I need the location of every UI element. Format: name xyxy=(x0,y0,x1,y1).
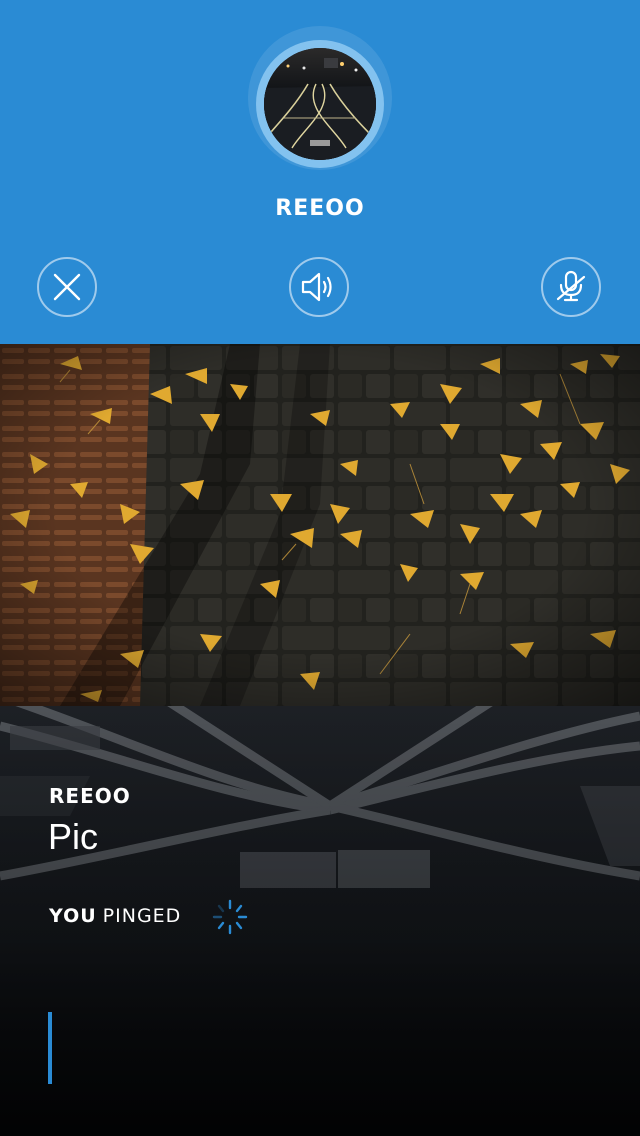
text-cursor[interactable] xyxy=(48,1012,52,1084)
speaker-icon xyxy=(301,272,332,302)
sender-name: REEOO xyxy=(49,784,131,808)
close-icon xyxy=(53,273,81,301)
ping-status-action: PINGED xyxy=(102,905,182,927)
ping-status: YOU PINGED xyxy=(49,905,181,927)
mic-muted-icon xyxy=(556,270,586,302)
call-header: REEOO xyxy=(0,0,640,344)
speaker-button[interactable] xyxy=(289,257,349,317)
avatar[interactable] xyxy=(264,48,376,160)
loading-spinner-icon xyxy=(212,899,248,935)
avatar-image xyxy=(264,48,376,160)
message-panel: REEOO Pic YOU PINGED xyxy=(0,706,640,1136)
shared-photo[interactable] xyxy=(0,344,640,706)
message-title: Pic xyxy=(48,816,99,857)
end-call-button[interactable] xyxy=(37,257,97,317)
leaves-photo xyxy=(0,344,640,706)
ping-status-you: YOU xyxy=(49,905,97,927)
caller-name: REEOO xyxy=(275,196,365,221)
mute-mic-button[interactable] xyxy=(541,257,601,317)
